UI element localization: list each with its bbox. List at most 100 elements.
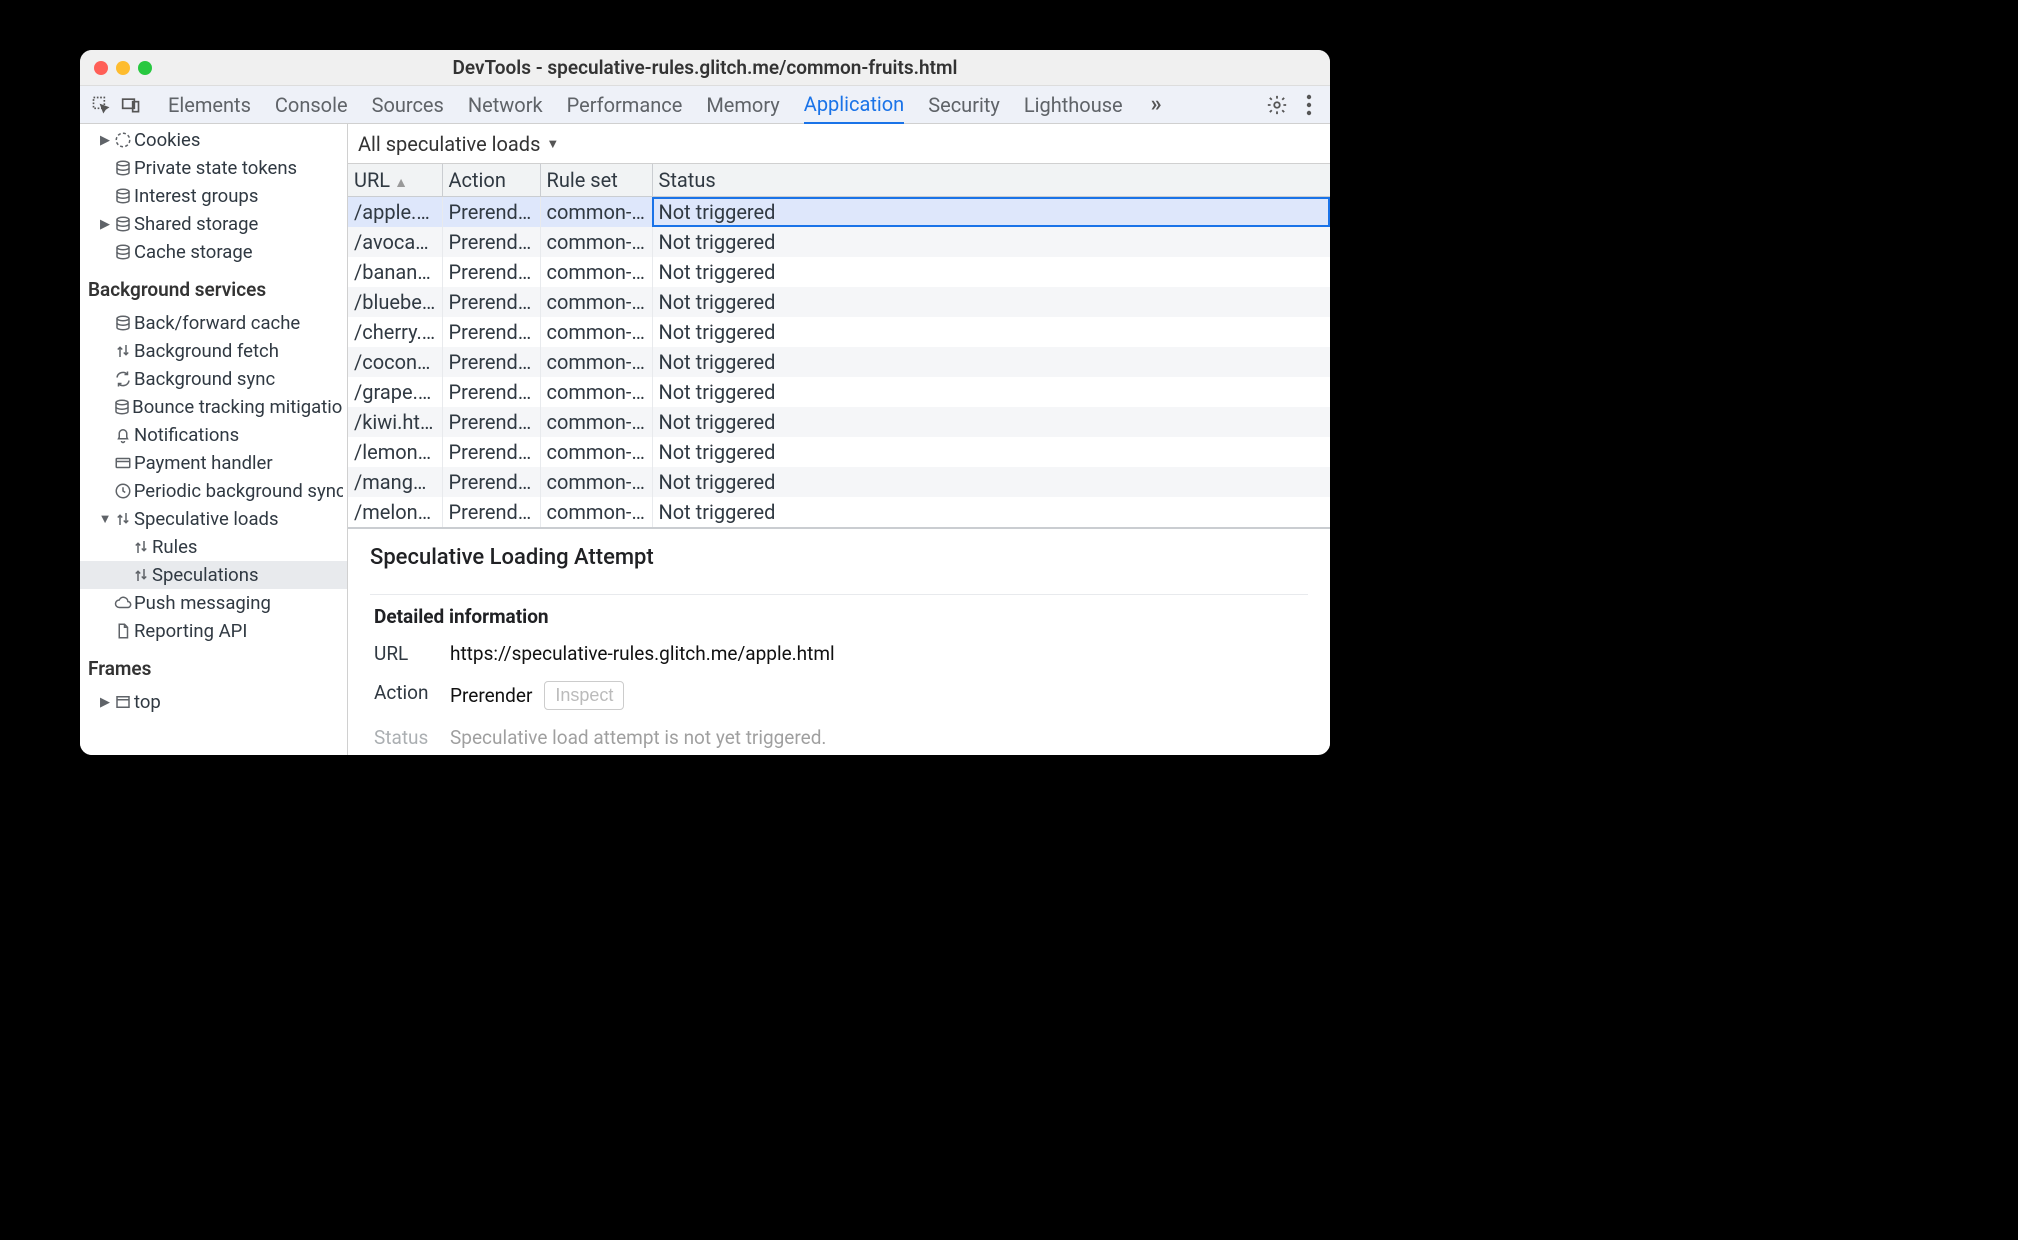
close-window-button[interactable]	[94, 61, 108, 75]
col-rule-set[interactable]: Rule set	[540, 164, 652, 197]
window-title: DevTools - speculative-rules.glitch.me/c…	[80, 56, 1330, 79]
tab-sources[interactable]: Sources	[372, 87, 444, 123]
card-icon	[112, 454, 134, 472]
tab-lighthouse[interactable]: Lighthouse	[1024, 87, 1123, 123]
database-icon	[112, 398, 132, 416]
more-tabs-icon[interactable]: »	[1151, 92, 1162, 117]
device-toolbar-icon[interactable]	[118, 92, 144, 118]
sidebar-item-reporting-api[interactable]: Reporting API	[80, 617, 347, 645]
sidebar-item-bf-cache[interactable]: Back/forward cache	[80, 309, 347, 337]
sidebar-item-speculations[interactable]: Speculations	[80, 561, 347, 589]
updown-icon	[130, 566, 152, 584]
detail-url-value: https://speculative-rules.glitch.me/appl…	[450, 642, 1308, 665]
cell-url: /cherry.h…	[348, 317, 442, 347]
updown-icon	[130, 538, 152, 556]
cloud-icon	[112, 594, 134, 612]
detail-status-value: Speculative load attempt is not yet trig…	[450, 726, 1308, 749]
database-icon	[112, 314, 134, 332]
cell-url: /banana.…	[348, 257, 442, 287]
gear-icon[interactable]	[1266, 94, 1288, 116]
cell-action: Prerender	[442, 377, 540, 407]
table-row[interactable]: /mango.…Prerendercommon-fr…Not triggered	[348, 467, 1330, 497]
col-url[interactable]: URL▲	[348, 164, 442, 197]
database-icon	[112, 159, 134, 177]
detail-panel: Speculative Loading Attempt Detailed inf…	[348, 528, 1330, 749]
chevron-down-icon: ▼	[546, 136, 559, 152]
cell-action: Prerender	[442, 287, 540, 317]
table-row[interactable]: /grape.htmlPrerendercommon-fr…Not trigge…	[348, 377, 1330, 407]
cell-url: /melon.h…	[348, 497, 442, 527]
table-row[interactable]: /melon.h…Prerendercommon-fr…Not triggere…	[348, 497, 1330, 527]
frame-icon	[112, 693, 134, 711]
cell-action: Prerender	[442, 227, 540, 257]
sidebar-item-private-state-tokens[interactable]: Private state tokens	[80, 154, 347, 182]
cell-action: Prerender	[442, 407, 540, 437]
sidebar-item-periodic-bg-sync[interactable]: Periodic background sync	[80, 477, 347, 505]
tab-network[interactable]: Network	[468, 87, 543, 123]
sidebar-item-top-frame[interactable]: ▶top	[80, 688, 347, 716]
table-row[interactable]: /coconut…Prerendercommon-fr…Not triggere…	[348, 347, 1330, 377]
detail-action-value: Prerender	[450, 684, 532, 707]
cell-status: Not triggered	[652, 437, 1330, 467]
sidebar-item-interest-groups[interactable]: Interest groups	[80, 182, 347, 210]
filter-bar: All speculative loads ▼	[348, 124, 1330, 164]
cell-rule: common-fr…	[540, 287, 652, 317]
minimize-window-button[interactable]	[116, 61, 130, 75]
table-row[interactable]: /lemon.h…Prerendercommon-fr…Not triggere…	[348, 437, 1330, 467]
filter-dropdown[interactable]: All speculative loads ▼	[358, 132, 559, 156]
sidebar-item-speculative-loads[interactable]: ▼Speculative loads	[80, 505, 347, 533]
tab-security[interactable]: Security	[928, 87, 1000, 123]
sidebar-item-cookies[interactable]: ▶ Cookies	[80, 126, 347, 154]
sidebar-item-payment-handler[interactable]: Payment handler	[80, 449, 347, 477]
detail-subheading: Detailed information	[374, 605, 1308, 628]
inspect-button[interactable]: Inspect	[544, 681, 624, 710]
sidebar-item-push-messaging[interactable]: Push messaging	[80, 589, 347, 617]
col-action[interactable]: Action	[442, 164, 540, 197]
sidebar-item-background-fetch[interactable]: Background fetch	[80, 337, 347, 365]
cell-rule: common-fr…	[540, 197, 652, 228]
table-row[interactable]: /cherry.h…Prerendercommon-fr…Not trigger…	[348, 317, 1330, 347]
cell-rule: common-fr…	[540, 437, 652, 467]
table-row[interactable]: /blueberr…Prerendercommon-fr…Not trigger…	[348, 287, 1330, 317]
clock-icon	[112, 482, 134, 500]
table-row[interactable]: /avocad…Prerendercommon-fr…Not triggered	[348, 227, 1330, 257]
cell-url: /lemon.h…	[348, 437, 442, 467]
cell-status: Not triggered	[652, 197, 1330, 228]
table-row[interactable]: /kiwi.htmlPrerendercommon-fr…Not trigger…	[348, 407, 1330, 437]
sidebar-item-rules[interactable]: Rules	[80, 533, 347, 561]
updown-icon	[112, 342, 134, 360]
cell-action: Prerender	[442, 257, 540, 287]
cell-action: Prerender	[442, 437, 540, 467]
database-icon	[112, 187, 134, 205]
tab-memory[interactable]: Memory	[706, 87, 779, 123]
col-status[interactable]: Status	[652, 164, 1330, 197]
cell-action: Prerender	[442, 197, 540, 228]
tab-console[interactable]: Console	[275, 87, 348, 123]
section-background-services: Background services	[80, 266, 347, 309]
table-row[interactable]: /banana.…Prerendercommon-fr…Not triggere…	[348, 257, 1330, 287]
tab-performance[interactable]: Performance	[567, 87, 683, 123]
inspect-element-icon[interactable]	[88, 92, 114, 118]
zoom-window-button[interactable]	[138, 61, 152, 75]
sidebar-item-cache-storage[interactable]: Cache storage	[80, 238, 347, 266]
cell-url: /blueberr…	[348, 287, 442, 317]
sidebar-item-background-sync[interactable]: Background sync	[80, 365, 347, 393]
cell-rule: common-fr…	[540, 227, 652, 257]
table-row[interactable]: /apple.htmlPrerendercommon-fr…Not trigge…	[348, 197, 1330, 228]
cell-url: /avocad…	[348, 227, 442, 257]
tab-elements[interactable]: Elements	[168, 87, 251, 123]
cell-rule: common-fr…	[540, 377, 652, 407]
speculations-table: URL▲ Action Rule set Status /apple.htmlP…	[348, 164, 1330, 528]
sidebar-item-bounce-tracking[interactable]: Bounce tracking mitigations	[80, 393, 347, 421]
sidebar-item-notifications[interactable]: Notifications	[80, 421, 347, 449]
cell-status: Not triggered	[652, 467, 1330, 497]
tab-application[interactable]: Application	[804, 86, 904, 124]
cell-action: Prerender	[442, 497, 540, 527]
cell-status: Not triggered	[652, 317, 1330, 347]
sidebar-item-shared-storage[interactable]: ▶ Shared storage	[80, 210, 347, 238]
cell-url: /grape.html	[348, 377, 442, 407]
cookie-icon	[112, 131, 134, 149]
cell-status: Not triggered	[652, 227, 1330, 257]
section-frames: Frames	[80, 645, 347, 688]
kebab-menu-icon[interactable]	[1306, 94, 1312, 116]
